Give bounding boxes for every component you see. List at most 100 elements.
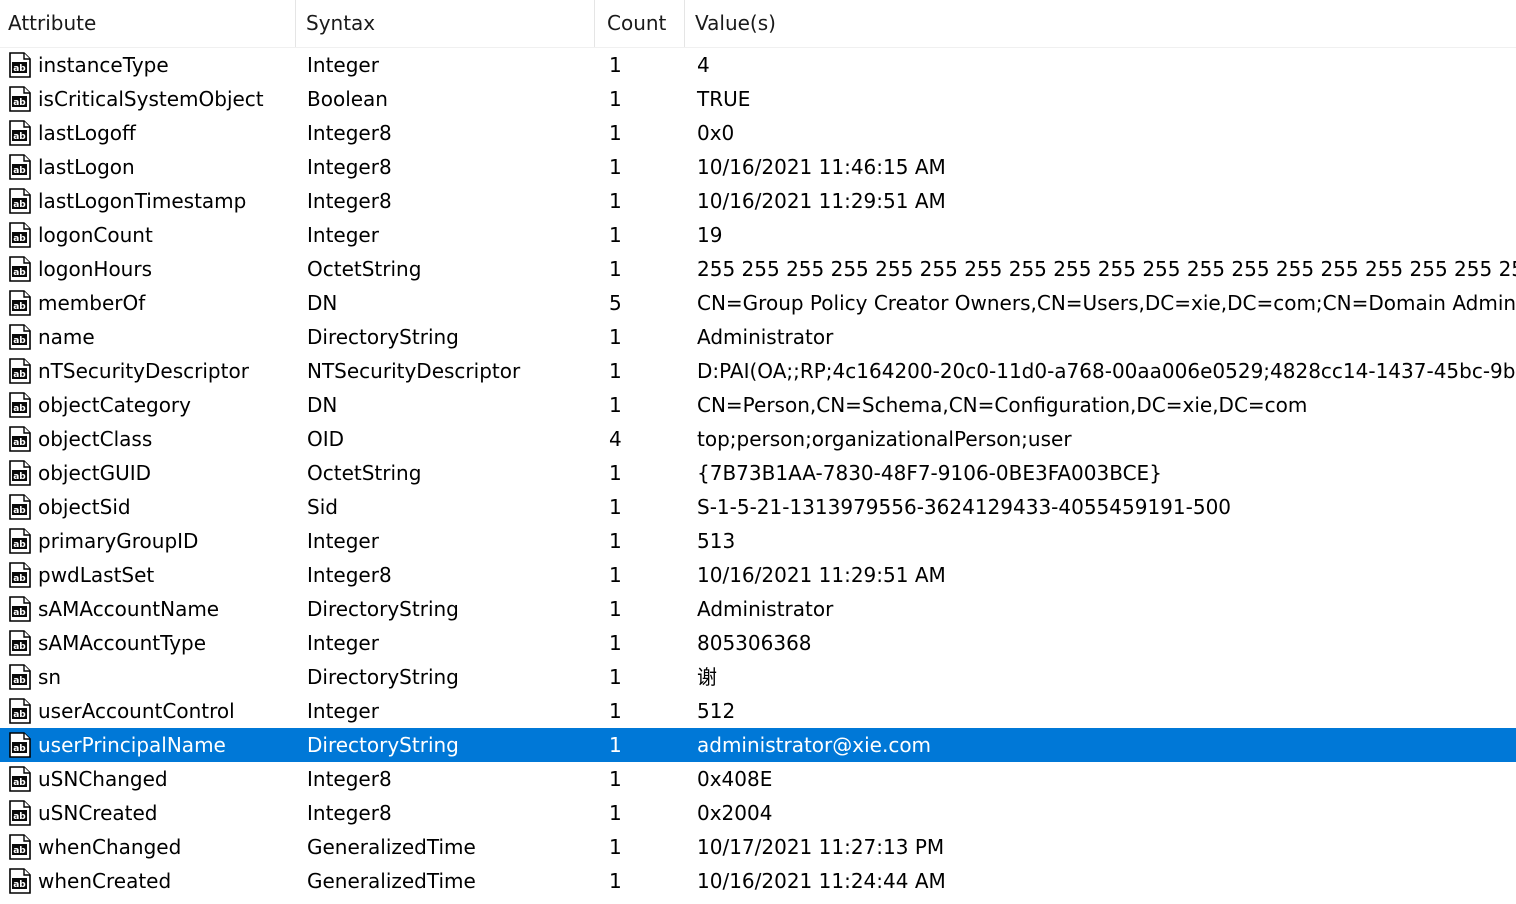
attribute-document-icon: ab — [8, 188, 32, 214]
table-row[interactable]: ab objectSid Sid 1 S-1-5-21-1313979556-3… — [0, 490, 1516, 524]
attribute-name: userAccountControl — [38, 699, 235, 723]
attribute-document-icon: ab — [8, 494, 32, 520]
count-cell: 1 — [609, 495, 622, 519]
column-header-values[interactable]: Value(s) — [685, 0, 1516, 47]
value-cell: 0x408E — [697, 767, 773, 791]
attribute-document-icon: ab — [8, 732, 32, 758]
count-cell: 1 — [609, 461, 622, 485]
attribute-cell: ab objectClass — [0, 422, 296, 456]
syntax-cell: Integer — [307, 53, 379, 77]
attribute-name: userPrincipalName — [38, 733, 226, 757]
attribute-name: uSNChanged — [38, 767, 168, 791]
value-cell: 10/16/2021 11:46:15 AM — [697, 155, 946, 179]
table-row[interactable]: ab primaryGroupID Integer 1 513 — [0, 524, 1516, 558]
table-row[interactable]: ab lastLogon Integer8 1 10/16/2021 11:46… — [0, 150, 1516, 184]
attribute-name: objectClass — [38, 427, 153, 451]
svg-text:ab: ab — [13, 540, 26, 550]
attribute-document-icon: ab — [8, 358, 32, 384]
column-header-attribute[interactable]: Attribute — [0, 0, 296, 47]
attribute-name: lastLogonTimestamp — [38, 189, 247, 213]
attribute-document-icon: ab — [8, 834, 32, 860]
syntax-cell: DN — [307, 291, 338, 315]
table-row[interactable]: ab lastLogoff Integer8 1 0x0 — [0, 116, 1516, 150]
svg-text:ab: ab — [13, 166, 26, 176]
syntax-cell: GeneralizedTime — [307, 869, 476, 893]
attribute-cell: ab sAMAccountType — [0, 626, 296, 660]
table-row[interactable]: ab objectClass OID 4 top;person;organiza… — [0, 422, 1516, 456]
table-row[interactable]: ab sAMAccountName DirectoryString 1 Admi… — [0, 592, 1516, 626]
syntax-cell: Integer8 — [307, 155, 392, 179]
table-row[interactable]: ab whenChanged GeneralizedTime 1 10/17/2… — [0, 830, 1516, 864]
attribute-cell: ab objectSid — [0, 490, 296, 524]
syntax-cell: Integer8 — [307, 189, 392, 213]
svg-text:ab: ab — [13, 472, 26, 482]
count-cell: 1 — [609, 835, 622, 859]
svg-text:ab: ab — [13, 812, 26, 822]
value-cell: CN=Person,CN=Schema,CN=Configuration,DC=… — [697, 393, 1308, 417]
count-cell: 1 — [609, 801, 622, 825]
attribute-document-icon: ab — [8, 324, 32, 350]
table-row[interactable]: ab objectGUID OctetString 1 {7B73B1AA-78… — [0, 456, 1516, 490]
attribute-cell: ab lastLogoff — [0, 116, 296, 150]
table-row[interactable]: ab logonHours OctetString 1 255 255 255 … — [0, 252, 1516, 286]
attribute-name: objectGUID — [38, 461, 152, 485]
attribute-list-view[interactable]: Attribute Syntax Count Value(s) ab insta… — [0, 0, 1516, 904]
value-cell: 10/16/2021 11:29:51 AM — [697, 189, 946, 213]
svg-text:ab: ab — [13, 438, 26, 448]
attribute-cell: ab logonHours — [0, 252, 296, 286]
table-row-selected[interactable]: ab userPrincipalName DirectoryString 1 a… — [0, 728, 1516, 762]
table-row[interactable]: ab uSNCreated Integer8 1 0x2004 — [0, 796, 1516, 830]
count-cell: 4 — [609, 427, 622, 451]
table-row[interactable]: ab pwdLastSet Integer8 1 10/16/2021 11:2… — [0, 558, 1516, 592]
table-row[interactable]: ab lastLogonTimestamp Integer8 1 10/16/2… — [0, 184, 1516, 218]
svg-text:ab: ab — [13, 608, 26, 618]
count-cell: 1 — [609, 87, 622, 111]
count-cell: 1 — [609, 155, 622, 179]
count-cell: 1 — [609, 189, 622, 213]
syntax-cell: NTSecurityDescriptor — [307, 359, 521, 383]
attribute-cell: ab objectGUID — [0, 456, 296, 490]
table-row[interactable]: ab uSNChanged Integer8 1 0x408E — [0, 762, 1516, 796]
attribute-document-icon: ab — [8, 120, 32, 146]
table-row[interactable]: ab isCriticalSystemObject Boolean 1 TRUE — [0, 82, 1516, 116]
syntax-cell: OID — [307, 427, 345, 451]
attribute-name: lastLogon — [38, 155, 135, 179]
count-cell: 1 — [609, 665, 622, 689]
value-cell: 513 — [697, 529, 736, 553]
table-row[interactable]: ab userAccountControl Integer 1 512 — [0, 694, 1516, 728]
attribute-document-icon: ab — [8, 664, 32, 690]
table-row[interactable]: ab instanceType Integer 1 4 — [0, 48, 1516, 82]
table-row[interactable]: ab objectCategory DN 1 CN=Person,CN=Sche… — [0, 388, 1516, 422]
count-cell: 1 — [609, 223, 622, 247]
table-row[interactable]: ab logonCount Integer 1 19 — [0, 218, 1516, 252]
syntax-cell: OctetString — [307, 257, 422, 281]
count-cell: 1 — [609, 257, 622, 281]
svg-text:ab: ab — [13, 234, 26, 244]
column-header-syntax[interactable]: Syntax — [296, 0, 595, 47]
syntax-cell: GeneralizedTime — [307, 835, 476, 859]
table-row[interactable]: ab sn DirectoryString 1 谢 — [0, 660, 1516, 694]
svg-text:ab: ab — [13, 336, 26, 346]
attribute-name: name — [38, 325, 95, 349]
table-row[interactable]: ab sAMAccountType Integer 1 805306368 — [0, 626, 1516, 660]
table-row[interactable]: ab nTSecurityDescriptor NTSecurityDescri… — [0, 354, 1516, 388]
syntax-cell: Integer8 — [307, 121, 392, 145]
syntax-cell: Integer — [307, 631, 379, 655]
attribute-cell: ab instanceType — [0, 48, 296, 82]
attribute-document-icon: ab — [8, 528, 32, 554]
attribute-name: logonHours — [38, 257, 152, 281]
attribute-name: logonCount — [38, 223, 153, 247]
svg-text:ab: ab — [13, 574, 26, 584]
attribute-document-icon: ab — [8, 766, 32, 792]
table-row[interactable]: ab memberOf DN 5 CN=Group Policy Creator… — [0, 286, 1516, 320]
column-header-count[interactable]: Count — [595, 0, 685, 47]
table-row[interactable]: ab name DirectoryString 1 Administrator — [0, 320, 1516, 354]
attribute-name: sn — [38, 665, 62, 689]
svg-text:ab: ab — [13, 778, 26, 788]
table-row[interactable]: ab whenCreated GeneralizedTime 1 10/16/2… — [0, 864, 1516, 898]
attribute-name: uSNCreated — [38, 801, 158, 825]
attribute-document-icon: ab — [8, 596, 32, 622]
syntax-cell: DN — [307, 393, 338, 417]
svg-text:ab: ab — [13, 744, 26, 754]
attribute-document-icon: ab — [8, 800, 32, 826]
